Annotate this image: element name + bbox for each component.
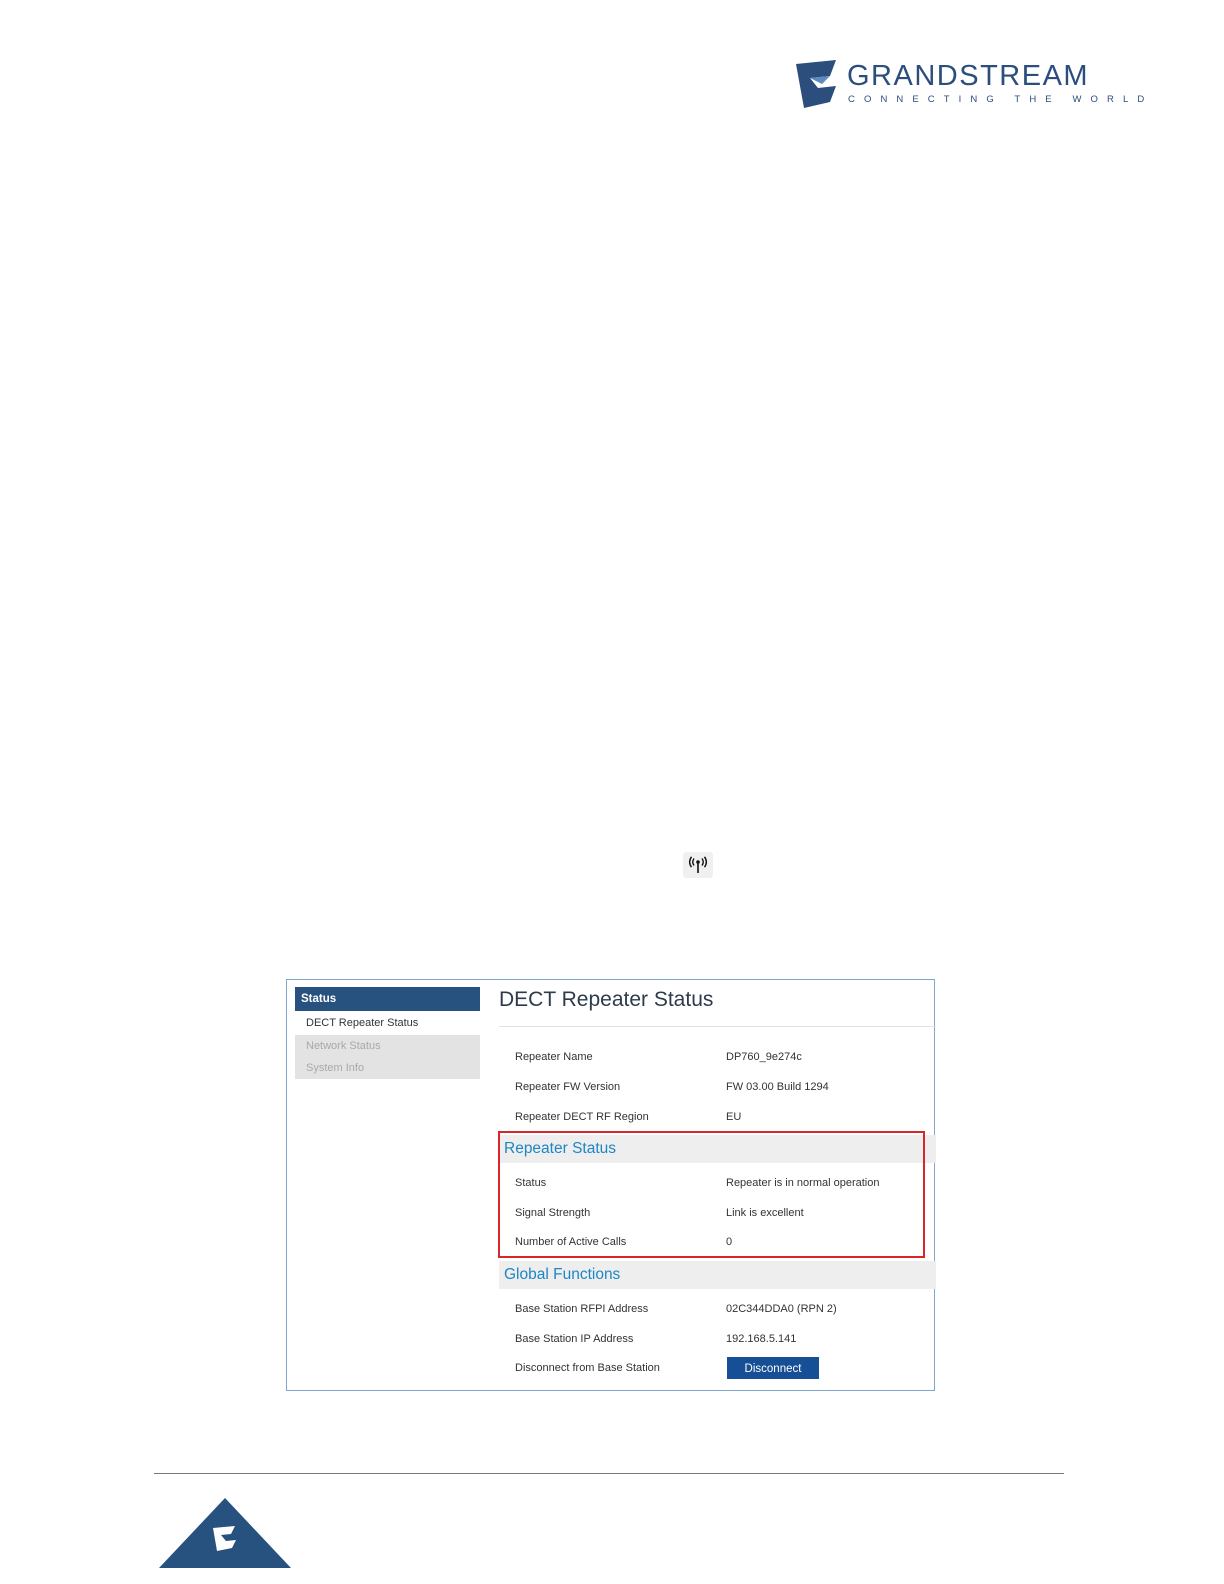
- rfpi-address-label: Base Station RFPI Address: [515, 1303, 649, 1315]
- grandstream-logo: GRANDSTREAM CONNECTING THE WORLD: [792, 58, 1144, 114]
- disconnect-label: Disconnect from Base Station: [515, 1362, 660, 1374]
- web-ui-screenshot: Status DECT Repeater Status Network Stat…: [286, 979, 936, 1391]
- section-heading-global-functions: Global Functions: [499, 1261, 936, 1289]
- page-title: DECT Repeater Status: [499, 988, 714, 1011]
- info-label: Repeater FW Version: [515, 1081, 621, 1093]
- info-value: EU: [726, 1111, 742, 1123]
- base-ip-value: 192.168.5.141: [726, 1333, 797, 1345]
- grandstream-logo-mark-icon: [796, 60, 836, 108]
- info-label: Repeater DECT RF Region: [515, 1111, 649, 1123]
- sidebar-item-system-info[interactable]: System Info: [295, 1057, 480, 1079]
- info-label: Repeater Name: [515, 1051, 593, 1063]
- brand-tagline: CONNECTING THE WORLD: [848, 94, 1154, 105]
- sidebar-item-network-status[interactable]: Network Status: [295, 1035, 480, 1057]
- repeater-antenna-icon: [683, 852, 713, 878]
- info-value: FW 03.00 Build 1294: [726, 1081, 829, 1093]
- title-divider: [499, 1026, 936, 1027]
- sidebar-header-status[interactable]: Status: [295, 987, 480, 1011]
- base-ip-label: Base Station IP Address: [515, 1333, 634, 1345]
- brand-name: GRANDSTREAM: [847, 60, 1090, 92]
- footer-logo-triangle-icon: [159, 1498, 291, 1568]
- disconnect-button[interactable]: Disconnect: [727, 1357, 819, 1379]
- rfpi-address-value: 02C344DDA0 (RPN 2): [726, 1303, 837, 1315]
- sidebar-item-dect-repeater-status[interactable]: DECT Repeater Status: [295, 1012, 480, 1034]
- repeater-status-highlight-box: [498, 1131, 925, 1258]
- info-value: DP760_9e274c: [726, 1051, 802, 1063]
- footer-divider: [154, 1473, 1064, 1474]
